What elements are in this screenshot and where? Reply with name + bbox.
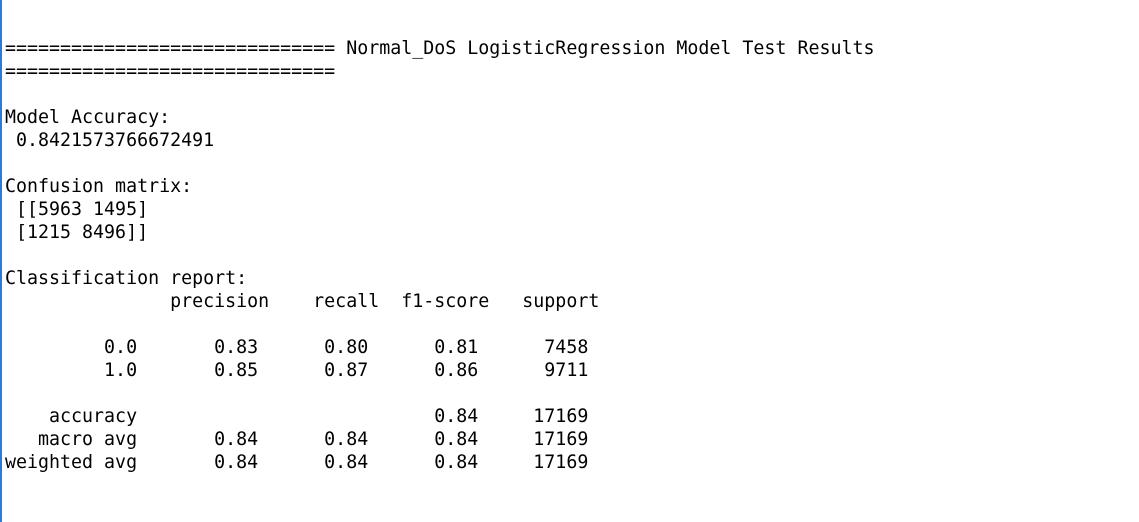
console-output: ============================== Normal_Do… (5, 37, 875, 474)
confusion-matrix-row-1: [[5963 1495] (5, 199, 149, 220)
report-row-macro-avg: macro avg 0.84 0.84 0.84 17169 (5, 429, 589, 450)
report-row-class-1: 1.0 0.85 0.87 0.86 9711 (5, 360, 589, 381)
confusion-matrix-label: Confusion matrix: (5, 176, 193, 197)
accuracy-label: Model Accuracy: (5, 107, 171, 128)
output-panel: ============================== Normal_Do… (0, 0, 1139, 522)
report-row-accuracy: accuracy 0.84 17169 (5, 406, 589, 427)
header-line: ============================== Normal_Do… (5, 38, 875, 59)
report-header-row: precision recall f1-score support (5, 291, 600, 312)
confusion-matrix-row-2: [1215 8496]] (5, 222, 149, 243)
report-row-class-0: 0.0 0.83 0.80 0.81 7458 (5, 337, 589, 358)
accuracy-value: 0.8421573766672491 (5, 130, 215, 151)
separator-line: ============================== (5, 61, 336, 82)
classification-report-label: Classification report: (5, 268, 248, 289)
panel-left-border (0, 0, 2, 522)
report-row-weighted-avg: weighted avg 0.84 0.84 0.84 17169 (5, 452, 589, 473)
